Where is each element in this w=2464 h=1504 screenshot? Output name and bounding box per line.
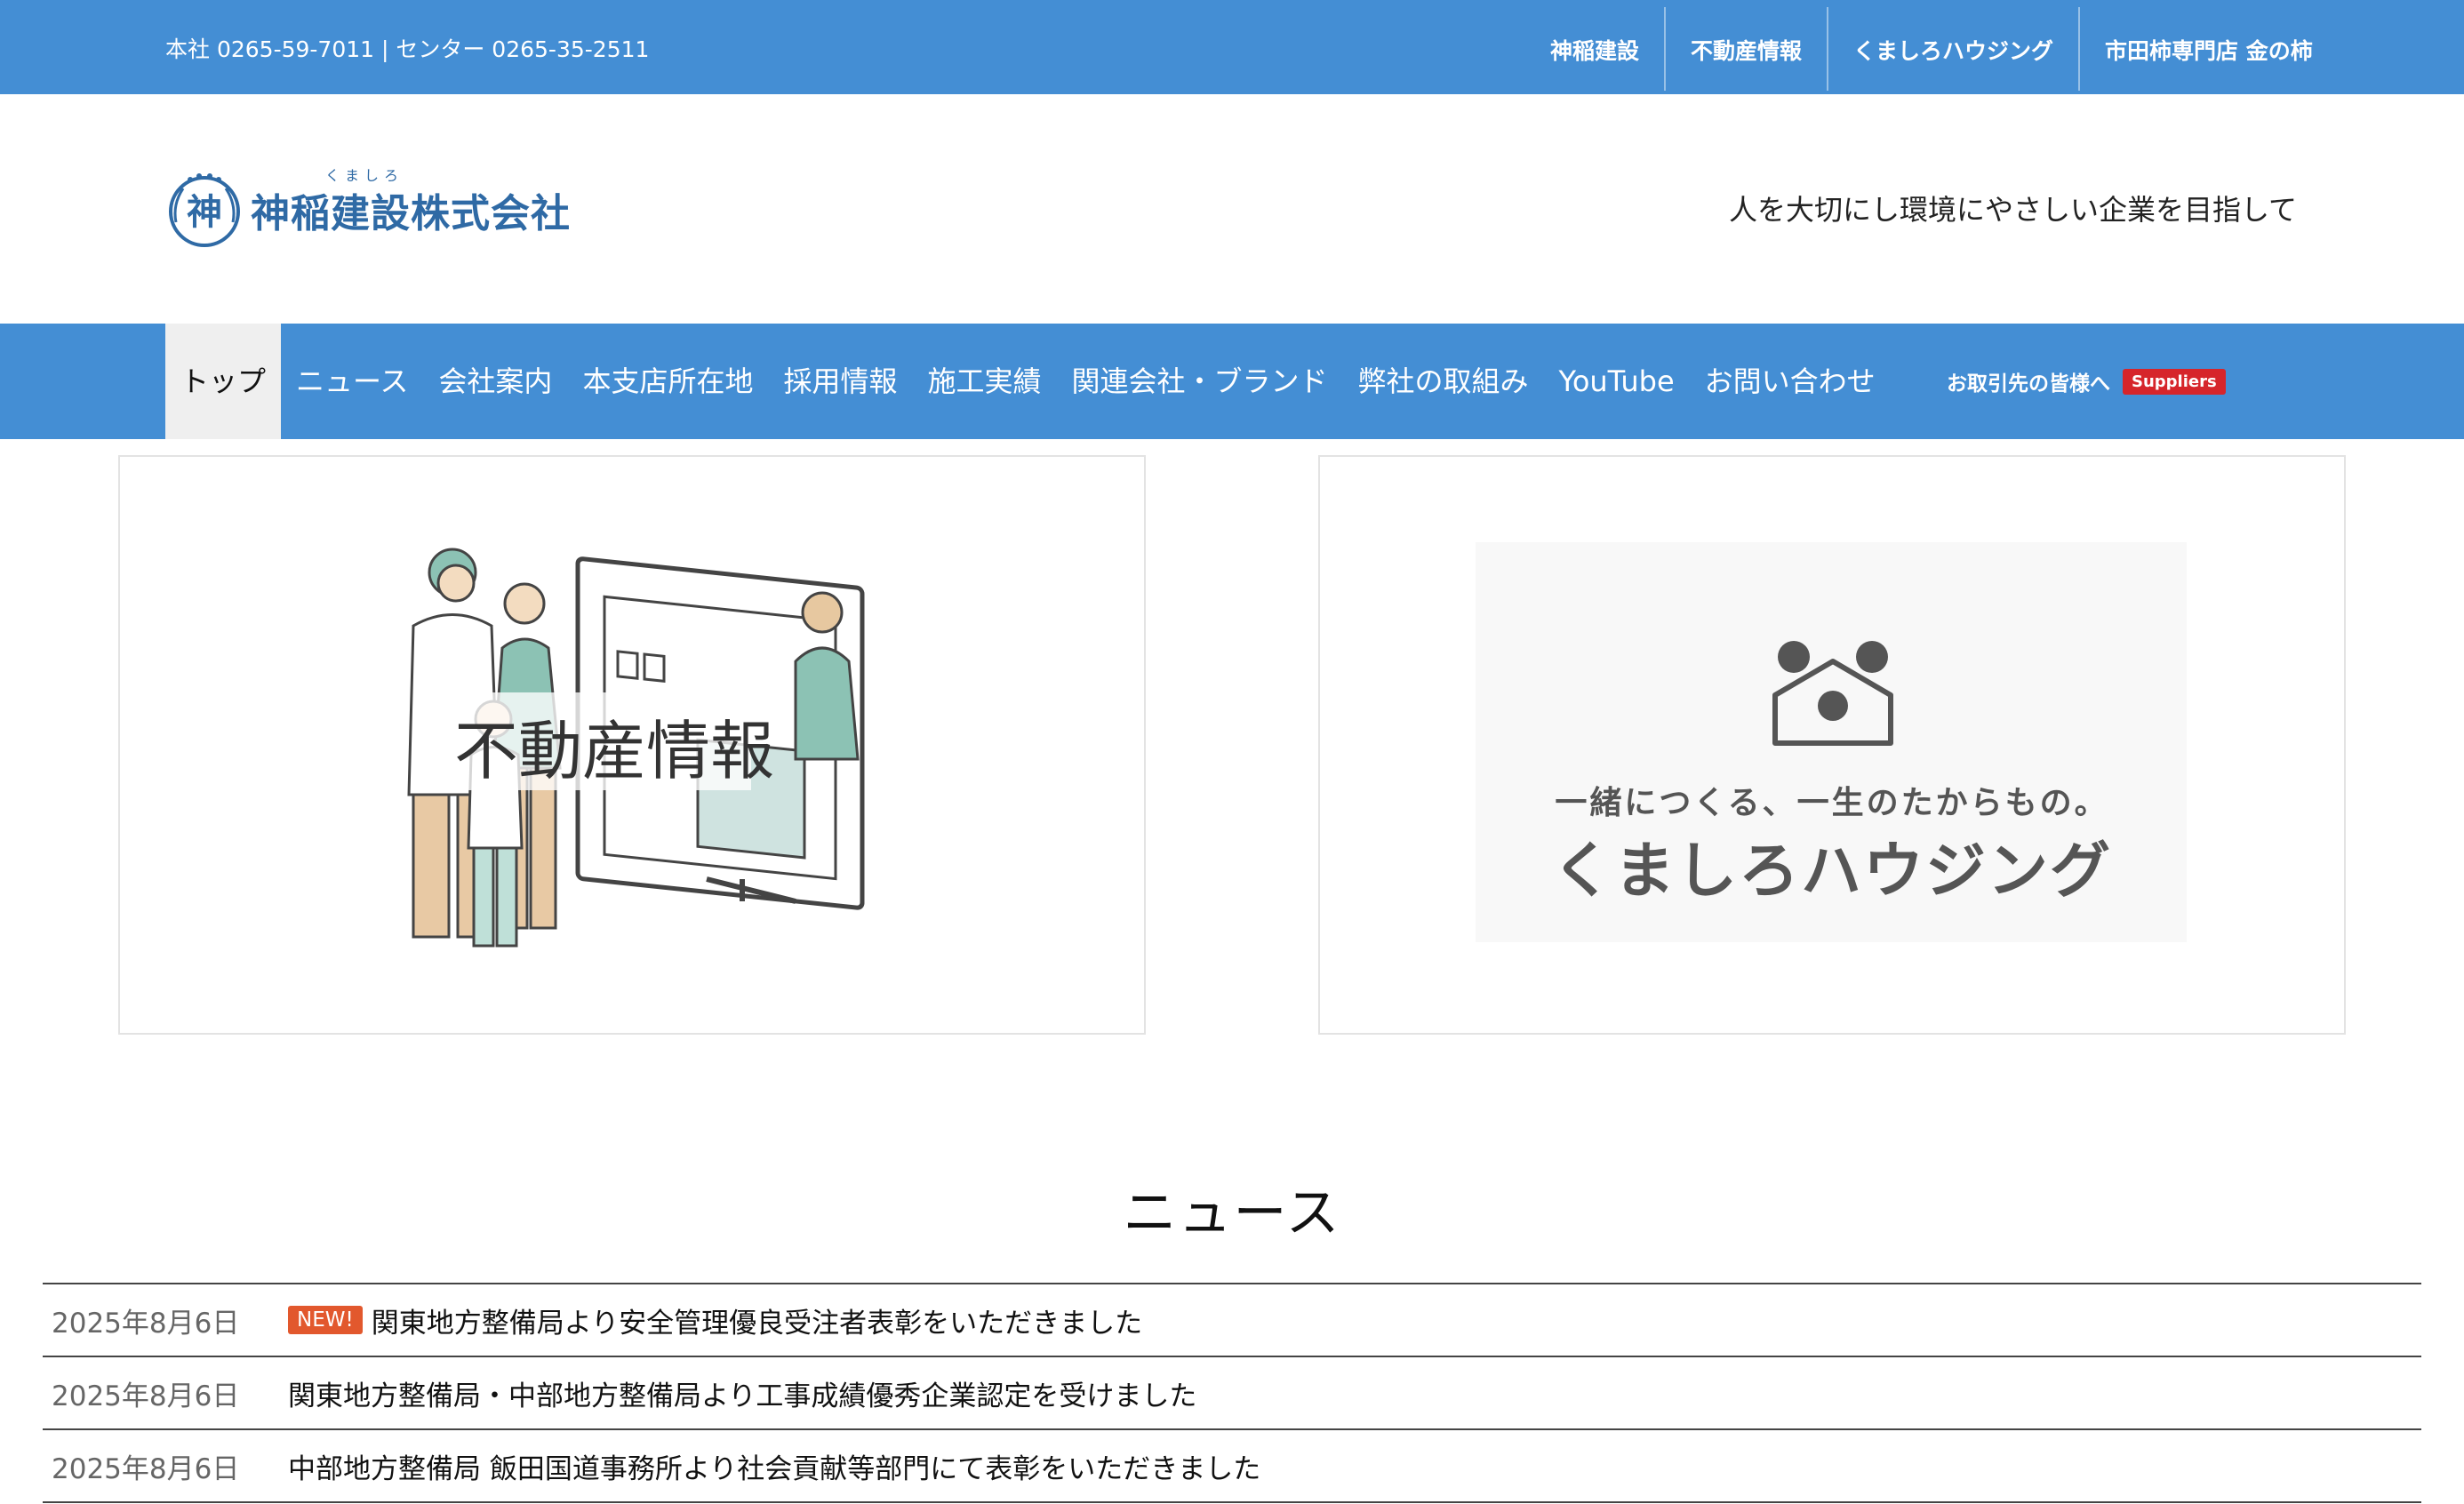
new-badge: NEW! xyxy=(288,1306,363,1334)
real-estate-title: 不動産情報 xyxy=(453,714,774,788)
header-tagline: 人を大切にし環境にやさしい企業を目指して xyxy=(1728,193,2297,227)
news-date: 2025年8月6日 xyxy=(52,1307,240,1340)
housing-tagline: 一緒につくる、一生のたからもの。 xyxy=(1555,785,2109,821)
nav-item-youtube[interactable]: YouTube xyxy=(1544,324,1690,439)
nav-item-affiliates[interactable]: 関連会社・ブランド xyxy=(1056,324,1342,439)
nav-item-works[interactable]: 施工実績 xyxy=(912,324,1056,439)
toplink-kumashiro-kensetsu[interactable]: 神稲建設 xyxy=(1525,7,1664,91)
suppliers-badge: Suppliers xyxy=(2123,368,2226,395)
top-links: 神稲建設 不動産情報 くましろハウジング 市田柿専門店 金の柿 xyxy=(1525,7,2338,91)
toplink-real-estate[interactable]: 不動産情報 xyxy=(1664,7,1827,91)
news-item[interactable]: 2025年8月6日 中部地方整備局 飯田国道事務所より社会貢献等部門にて表彰をい… xyxy=(43,1430,2421,1503)
main-nav: トップ ニュース 会社案内 本支店所在地 採用情報 施工実績 関連会社・ブランド… xyxy=(0,324,2464,439)
site-header: 神 くましろ 神稲建設株式会社 人を大切にし環境にやさしい企業を目指して xyxy=(0,94,2464,324)
logo-emblem-icon: 神 xyxy=(169,173,240,247)
nav-item-recruit[interactable]: 採用情報 xyxy=(768,324,912,439)
news-item[interactable]: 2025年8月6日 関東地方整備局・中部地方整備局より工事成績優秀企業認定を受け… xyxy=(43,1357,2421,1430)
phone-numbers: 本社 0265-59-7011 | センター 0265-35-2511 xyxy=(165,36,650,62)
nav-item-top[interactable]: トップ xyxy=(165,324,282,439)
toplink-kumashiro-housing[interactable]: くましろハウジング xyxy=(1827,7,2078,91)
toplink-ichidagaki-shop[interactable]: 市田柿専門店 金の柿 xyxy=(2078,7,2338,91)
news-link[interactable]: 関東地方整備局・中部地方整備局より工事成績優秀企業認定を受けました xyxy=(288,1373,1196,1413)
nav-item-news[interactable]: ニュース xyxy=(281,324,423,439)
nav-item-initiatives[interactable]: 弊社の取組み xyxy=(1343,324,1544,439)
news-link[interactable]: 関東地方整備局より安全管理優良受注者表彰をいただきました xyxy=(372,1300,1142,1340)
site-logo[interactable]: 神 くましろ 神稲建設株式会社 xyxy=(164,167,571,251)
news-section-title: ニュース xyxy=(1123,1182,1341,1244)
housing-brand: くましろハウジング xyxy=(1551,836,2112,907)
nav-item-company[interactable]: 会社案内 xyxy=(423,324,567,439)
nav-item-contact[interactable]: お問い合わせ xyxy=(1690,324,1891,439)
real-estate-banner[interactable]: 不動産情報 xyxy=(118,455,1146,1035)
news-link[interactable]: 中部地方整備局 飯田国道事務所より社会貢献等部門にて表彰をいただきました xyxy=(288,1446,1260,1486)
housing-logo-icon xyxy=(1772,641,1893,746)
logo-ruby: くましろ xyxy=(325,167,404,184)
nav-item-suppliers[interactable]: お取引先の皆様へ Suppliers xyxy=(1947,324,2226,439)
nav-item-offices[interactable]: 本支店所在地 xyxy=(567,324,768,439)
news-date: 2025年8月6日 xyxy=(52,1452,240,1485)
svg-text:神: 神 xyxy=(187,192,222,233)
news-list: 2025年8月6日 NEW! 関東地方整備局より安全管理優良受注者表彰をいただき… xyxy=(43,1283,2421,1503)
kumashiro-housing-banner[interactable]: 一緒につくる、一生のたからもの。 くましろハウジング xyxy=(1318,455,2346,1035)
logo-text: 神稲建設株式会社 xyxy=(251,191,571,236)
news-date: 2025年8月6日 xyxy=(52,1380,240,1412)
suppliers-label: お取引先の皆様へ xyxy=(1947,372,2110,396)
top-bar: 本社 0265-59-7011 | センター 0265-35-2511 神稲建設… xyxy=(0,0,2464,94)
news-item[interactable]: 2025年8月6日 NEW! 関東地方整備局より安全管理優良受注者表彰をいただき… xyxy=(43,1284,2421,1357)
